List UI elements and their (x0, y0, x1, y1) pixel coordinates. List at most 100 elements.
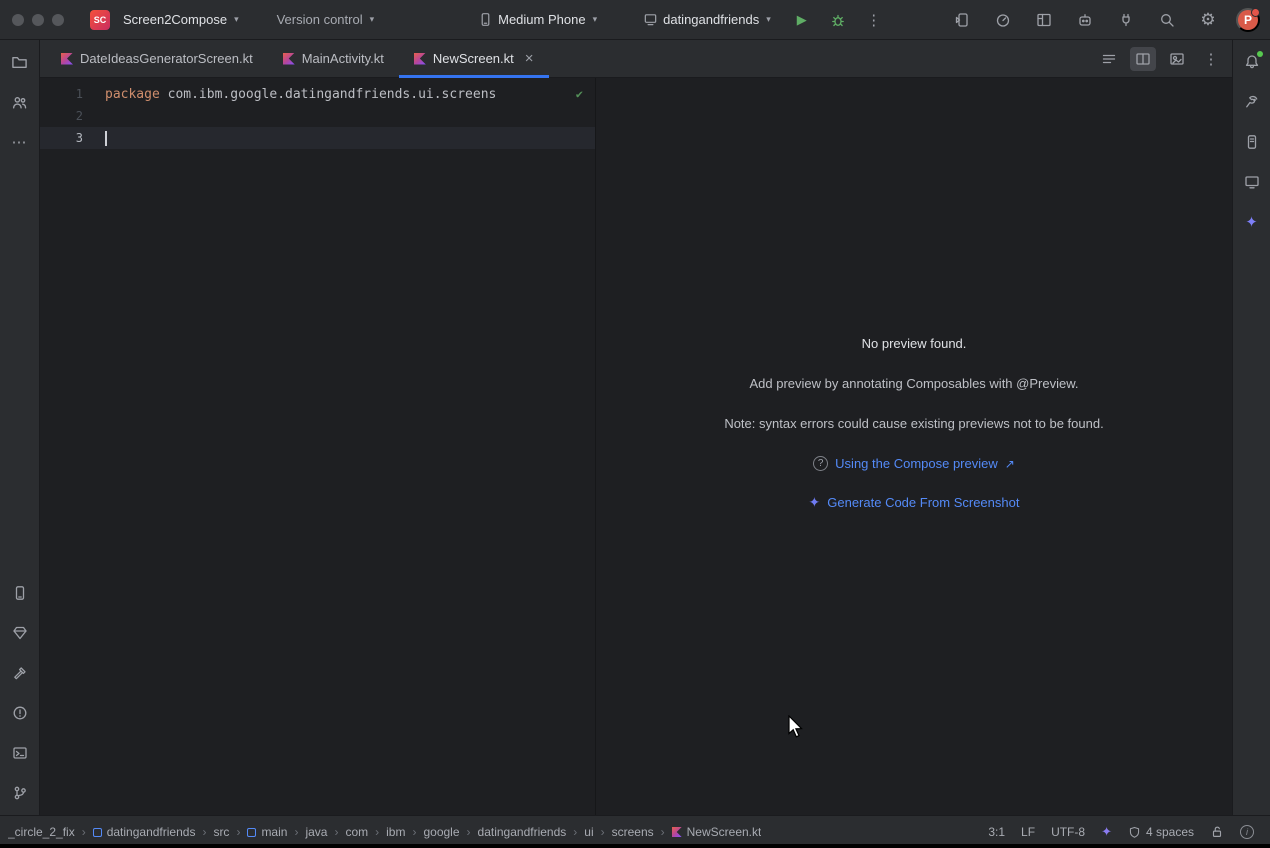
code-view-button[interactable] (1096, 47, 1122, 71)
crumb-label: com (345, 825, 368, 839)
line-separator-widget[interactable]: LF (1021, 825, 1035, 839)
run-configuration-selector[interactable]: datingandfriends ▾ (637, 8, 777, 31)
notifications-button[interactable] (1238, 48, 1266, 76)
gear-icon: ⚙ (1200, 10, 1215, 30)
crumb-label: java (305, 825, 327, 839)
close-tab-icon[interactable]: × (525, 51, 534, 66)
design-view-button[interactable] (1164, 47, 1190, 71)
code-editor[interactable]: 1 package com.ibm.google.datingandfriend… (40, 78, 595, 815)
more-icon: ⋯ (12, 133, 28, 151)
gemini-sparkle-icon: ✦ (1245, 213, 1258, 231)
sparkle-icon: ✦ (809, 494, 821, 511)
breadcrumb-item[interactable]: main (247, 825, 287, 839)
device-manager-button[interactable] (6, 579, 34, 607)
search-everywhere-button[interactable] (1154, 7, 1180, 33)
build-button[interactable] (6, 659, 34, 687)
search-icon (1159, 12, 1175, 28)
resource-manager-button[interactable] (6, 619, 34, 647)
crumb-label: screens (612, 825, 654, 839)
code-line-current: 3 (40, 127, 595, 149)
folder-icon (11, 54, 28, 71)
plugin-button[interactable] (1113, 7, 1139, 33)
breadcrumb-item[interactable]: src (213, 825, 229, 839)
editor-options-button[interactable]: ⋮ (1198, 47, 1224, 71)
line-number: 1 (40, 87, 105, 101)
breadcrumb-item[interactable]: ui (584, 825, 593, 839)
version-control-label: Version control (277, 12, 363, 27)
project-name: Screen2Compose (123, 12, 227, 27)
caret-position-widget[interactable]: 3:1 (988, 825, 1005, 839)
window-close-button[interactable] (12, 14, 24, 26)
titlebar-right-actions: ⚙ P (949, 7, 1260, 33)
info-icon[interactable]: i (1240, 825, 1254, 839)
gradle-icon (1244, 94, 1260, 110)
version-control-selector[interactable]: Version control ▾ (271, 8, 381, 31)
code-token: com.ibm.google.datingandfriends.ui.scree… (160, 87, 497, 102)
device-mirroring-button[interactable] (949, 7, 975, 33)
encoding-widget[interactable]: UTF-8 (1051, 825, 1085, 839)
run-button[interactable]: ▶ (789, 7, 815, 33)
profile-avatar[interactable]: P (1236, 8, 1260, 32)
gemini-status-icon[interactable]: ✦ (1101, 824, 1112, 840)
studio-bot-button[interactable] (1072, 7, 1098, 33)
breadcrumb-item[interactable]: screens (612, 825, 654, 839)
chevron-right-icon: › (334, 825, 338, 839)
device-explorer-button[interactable] (1238, 128, 1266, 156)
breadcrumb-item[interactable]: _circle_2_fix (8, 825, 75, 839)
breadcrumb-item-file[interactable]: NewScreen.kt (672, 825, 762, 839)
commit-toolwindow-button[interactable] (6, 88, 34, 116)
settings-button[interactable]: ⚙ (1195, 7, 1221, 33)
terminal-icon (12, 745, 28, 761)
git-branch-icon (12, 785, 28, 801)
editor-content-row: 1 package com.ibm.google.datingandfriend… (40, 78, 1232, 815)
device-selector[interactable]: Medium Phone ▾ (472, 8, 603, 31)
generate-code-from-screenshot-link[interactable]: ✦ Generate Code From Screenshot (809, 494, 1020, 511)
terminal-button[interactable] (6, 739, 34, 767)
indent-widget[interactable]: 4 spaces (1128, 825, 1194, 839)
breadcrumb-item[interactable]: ibm (386, 825, 405, 839)
split-view-button[interactable] (1130, 47, 1156, 71)
compose-preview-panel: No preview found. Add preview by annotat… (595, 78, 1232, 815)
window-minimize-button[interactable] (32, 14, 44, 26)
module-icon (247, 828, 256, 837)
breadcrumb-item[interactable]: datingandfriends (478, 825, 567, 839)
kebab-menu-icon: ⋮ (1204, 50, 1219, 68)
tab-newscreen[interactable]: NewScreen.kt × (399, 40, 549, 77)
gradle-button[interactable] (1238, 88, 1266, 116)
chevron-right-icon: › (294, 825, 298, 839)
readonly-toggle[interactable] (1210, 825, 1224, 839)
gem-icon (12, 625, 28, 641)
debug-button[interactable] (825, 7, 851, 33)
compose-preview-docs-link[interactable]: ? Using the Compose preview ↗ (813, 456, 1015, 471)
indent-label: 4 spaces (1146, 825, 1194, 839)
crumb-label: google (423, 825, 459, 839)
breadcrumb-item[interactable]: datingandfriends (93, 825, 196, 839)
version-control-toolwindow-button[interactable] (6, 779, 34, 807)
inspections-ok-icon[interactable]: ✔ (576, 87, 583, 101)
breadcrumb-item[interactable]: java (305, 825, 327, 839)
layout-inspector-button[interactable] (1031, 7, 1057, 33)
code-line: 1 package com.ibm.google.datingandfriend… (40, 83, 595, 105)
running-devices-icon (1244, 174, 1260, 190)
more-toolwindows-button[interactable]: ⋯ (6, 128, 34, 156)
gemini-button[interactable]: ✦ (1238, 208, 1266, 236)
tab-mainactivity[interactable]: MainActivity.kt (268, 40, 399, 77)
preview-message-hint: Add preview by annotating Composables wi… (750, 376, 1079, 391)
kotlin-file-icon (414, 53, 426, 65)
breadcrumb-item[interactable]: com (345, 825, 368, 839)
problems-button[interactable] (6, 699, 34, 727)
lock-open-icon (1210, 825, 1224, 839)
module-icon (93, 828, 102, 837)
more-run-options-button[interactable]: ⋮ (861, 7, 887, 33)
crumb-label: ibm (386, 825, 405, 839)
project-toolwindow-button[interactable] (6, 48, 34, 76)
right-toolwindow-bar: ✦ (1232, 40, 1270, 815)
running-devices-button[interactable] (1238, 168, 1266, 196)
project-selector[interactable]: Screen2Compose ▾ (117, 8, 245, 31)
studio-bot-icon (1077, 12, 1093, 28)
tab-dateideasgeneratorscreen[interactable]: DateIdeasGeneratorScreen.kt (46, 40, 268, 77)
breadcrumb-item[interactable]: google (423, 825, 459, 839)
profiler-button[interactable] (990, 7, 1016, 33)
chevron-right-icon: › (375, 825, 379, 839)
window-zoom-button[interactable] (52, 14, 64, 26)
